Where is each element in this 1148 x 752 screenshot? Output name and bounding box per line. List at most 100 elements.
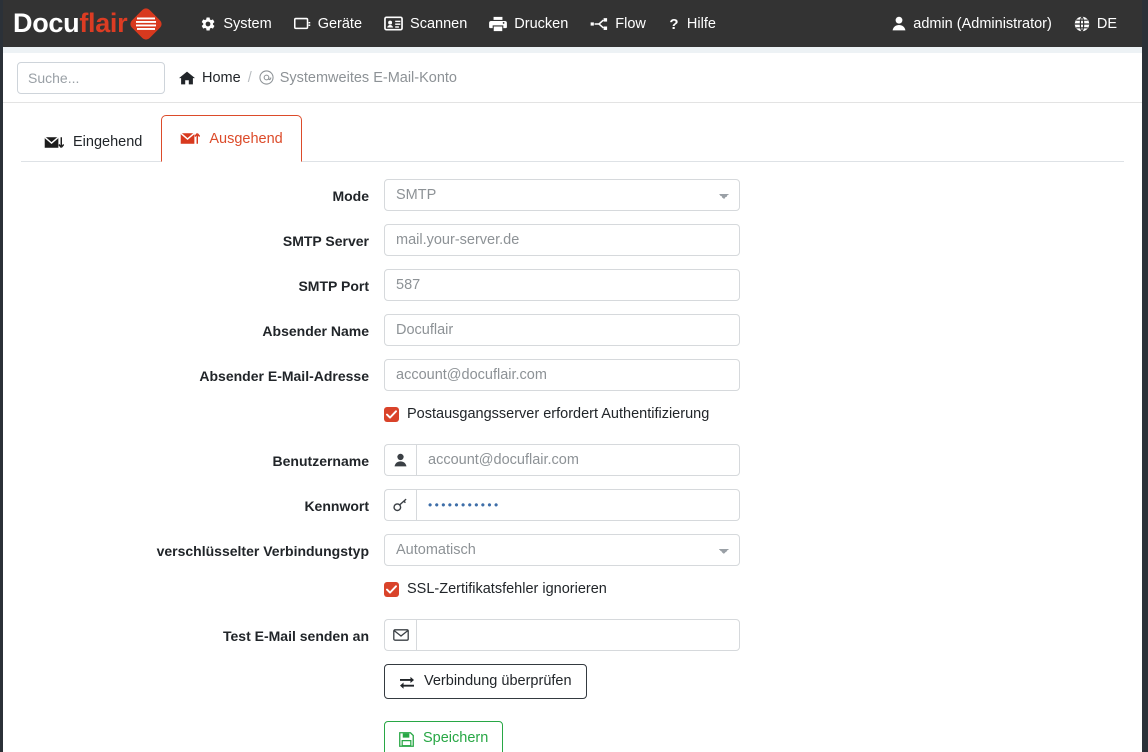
- sender-name-input[interactable]: [384, 314, 740, 346]
- brand-logo-link[interactable]: Docuflair: [13, 7, 163, 41]
- test-email-input[interactable]: [416, 619, 740, 651]
- envelope-down-icon: [44, 135, 64, 150]
- form-row-connection-type: verschlüsselter Verbindungstyp Automatis…: [3, 534, 1142, 566]
- nav-item-drucken[interactable]: Drucken: [478, 10, 579, 38]
- tab-eingehend-label: Eingehend: [73, 134, 142, 150]
- username-input-group: [384, 444, 740, 476]
- check-connection-button-label: Verbindung überprüfen: [424, 673, 572, 690]
- nav-item-hilfe-label: Hilfe: [687, 16, 716, 32]
- svg-text:?: ?: [669, 16, 678, 32]
- smtp-server-input[interactable]: [384, 224, 740, 256]
- breadcrumb-separator: /: [248, 70, 252, 86]
- tabs-container: Eingehend Ausgehend: [3, 103, 1142, 162]
- nav-item-user-account[interactable]: admin (Administrator): [881, 10, 1063, 38]
- label-sender-name: Absender Name: [3, 314, 384, 340]
- label-test-email: Test E-Mail senden an: [3, 619, 384, 645]
- envelope-icon: [384, 619, 416, 651]
- gear-icon: [200, 16, 216, 32]
- docuflair-diamond-logo-icon: [129, 7, 163, 41]
- at-sign-icon: [259, 70, 274, 85]
- form-row-sender-email: Absender E-Mail-Adresse: [3, 359, 1142, 391]
- user-icon: [892, 16, 906, 31]
- connection-type-select[interactable]: Automatisch: [384, 534, 740, 566]
- nav-item-flow-label: Flow: [615, 16, 646, 32]
- nav-item-user-label: admin (Administrator): [913, 16, 1052, 32]
- nav-item-system-label: System: [223, 16, 271, 32]
- nav-item-language-label: DE: [1097, 16, 1117, 32]
- auth-required-checkbox[interactable]: [384, 407, 399, 422]
- password-input-group: •••••••••••: [384, 489, 740, 521]
- label-smtp-port: SMTP Port: [3, 269, 384, 295]
- nav-item-geraete[interactable]: Geräte: [283, 10, 373, 38]
- label-password: Kennwort: [3, 489, 384, 515]
- ignore-ssl-errors-checkbox[interactable]: [384, 582, 399, 597]
- user-icon: [384, 444, 416, 476]
- form-row-sender-name: Absender Name: [3, 314, 1142, 346]
- label-username: Benutzername: [3, 444, 384, 470]
- top-navbar: Docuflair: [3, 0, 1142, 47]
- navbar-right-group: admin (Administrator) DE: [881, 0, 1128, 47]
- page-root: Docuflair: [0, 0, 1148, 752]
- label-sender-email: Absender E-Mail-Adresse: [3, 359, 384, 385]
- save-button[interactable]: Speichern: [384, 721, 503, 752]
- nav-item-flow[interactable]: Flow: [579, 10, 657, 38]
- nav-item-language[interactable]: DE: [1063, 10, 1128, 38]
- navbar-menu: System Geräte: [189, 10, 727, 38]
- globe-icon: [1074, 16, 1090, 32]
- brand-title-part1: Docu: [13, 8, 79, 38]
- label-smtp-server: SMTP Server: [3, 224, 384, 250]
- label-connection-type: verschlüsselter Verbindungstyp: [3, 534, 384, 560]
- auth-required-label[interactable]: Postausgangsserver erfordert Authentifiz…: [407, 406, 709, 422]
- form-row-check-connection: Verbindung überprüfen: [3, 664, 1142, 699]
- save-button-label: Speichern: [423, 730, 488, 747]
- tab-ausgehend-label: Ausgehend: [209, 131, 282, 147]
- tab-eingehend[interactable]: Eingehend: [25, 122, 161, 162]
- search-input[interactable]: [17, 62, 165, 94]
- brand-title: Docuflair: [13, 10, 127, 37]
- form-row-username: Benutzername: [3, 444, 1142, 476]
- breadcrumb-item-home[interactable]: Home: [179, 70, 241, 86]
- form-row-smtp-port: SMTP Port: [3, 269, 1142, 301]
- brand-title-part2: flair: [79, 8, 127, 38]
- form-row-smtp-server: SMTP Server: [3, 224, 1142, 256]
- floppy-save-icon: [399, 732, 414, 747]
- breadcrumb-home-label: Home: [202, 70, 241, 86]
- nav-item-hilfe[interactable]: ? Hilfe: [657, 10, 727, 38]
- nav-item-scannen[interactable]: Scannen: [373, 10, 478, 38]
- breadcrumb: Home / Systemweites E-Mail-Konto: [179, 70, 457, 86]
- nav-item-geraete-label: Geräte: [318, 16, 362, 32]
- username-input[interactable]: [416, 444, 740, 476]
- form-row-test-email: Test E-Mail senden an: [3, 619, 1142, 651]
- nav-item-drucken-label: Drucken: [514, 16, 568, 32]
- form-row-mode: Mode SMTP: [3, 179, 1142, 211]
- form-row-ignore-ssl: SSL-Zertifikatsfehler ignorieren: [3, 579, 1142, 597]
- nav-item-scannen-label: Scannen: [410, 16, 467, 32]
- key-icon: [384, 489, 416, 521]
- tab-list: Eingehend Ausgehend: [21, 114, 1124, 162]
- question-mark-icon: ?: [668, 16, 680, 32]
- nav-item-system[interactable]: System: [189, 10, 282, 38]
- outgoing-mail-form: Mode SMTP SMTP Server SMTP Port Absender…: [3, 162, 1142, 752]
- password-input[interactable]: •••••••••••: [416, 489, 740, 521]
- label-mode: Mode: [3, 179, 384, 205]
- tab-ausgehend[interactable]: Ausgehend: [161, 115, 301, 162]
- subheader-bar: Home / Systemweites E-Mail-Konto: [3, 53, 1142, 103]
- home-icon: [179, 71, 195, 85]
- mode-select[interactable]: SMTP: [384, 179, 740, 211]
- test-email-input-group: [384, 619, 740, 651]
- breadcrumb-current-label: Systemweites E-Mail-Konto: [280, 70, 457, 86]
- envelope-up-icon: [180, 131, 200, 146]
- exchange-icon: [399, 675, 415, 689]
- share-alt-icon: [590, 16, 608, 32]
- ignore-ssl-errors-label[interactable]: SSL-Zertifikatsfehler ignorieren: [407, 581, 607, 597]
- check-connection-button[interactable]: Verbindung überprüfen: [384, 664, 587, 699]
- id-card-scan-icon: [384, 16, 403, 31]
- printer-icon: [489, 16, 507, 32]
- form-row-save: Speichern: [3, 721, 1142, 752]
- form-row-auth-required: Postausgangsserver erfordert Authentifiz…: [3, 404, 1142, 422]
- breadcrumb-item-current: Systemweites E-Mail-Konto: [259, 70, 457, 86]
- sender-email-input[interactable]: [384, 359, 740, 391]
- form-row-password: Kennwort •••••••••••: [3, 489, 1142, 521]
- smtp-port-input[interactable]: [384, 269, 740, 301]
- device-card-icon: [294, 16, 311, 31]
